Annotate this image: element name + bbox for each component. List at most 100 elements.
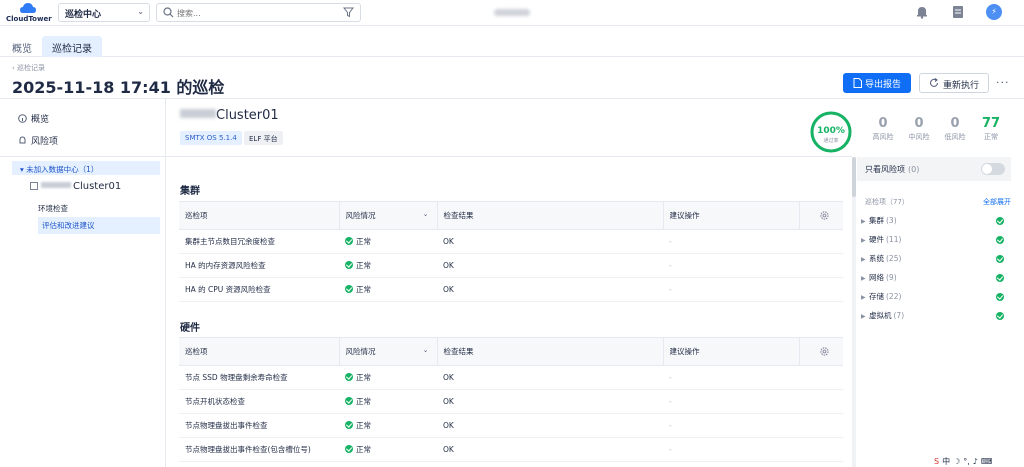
stat-label: 正常 [984,133,998,141]
cell-risk-label: 正常 [356,445,371,454]
cell-result: OK [437,277,663,302]
table-row[interactable]: 节点物理盘拔出事件检查(包含槽位号) 正常 OK - [179,437,843,462]
nav-overview[interactable]: 概览 [18,112,49,125]
table-cluster: 巡检项 风险情况 ⌄ 检查结果 建议操作 集群主节点数目冗余度检查 正常 OK - HA… [179,201,843,302]
nav-risks[interactable]: 风险项 [18,134,58,147]
cell-empty [799,437,843,462]
search-icon [163,7,174,18]
table-row[interactable]: HA 的内存资源风险检查 正常 OK - [179,253,843,278]
search-input[interactable] [177,6,337,20]
main-content: Cluster01 SMTX OS 5.1.4 ELF 平台 100% 通过率 … [166,99,1000,467]
table-row[interactable]: 节点开机状态检查 正常 OK - [179,389,843,414]
tree-item-evaluation[interactable]: 评估和改进建议 [38,217,160,234]
export-report-label: 导出报告 [865,80,902,90]
top-bar: CloudTower 巡检中心 ⌄ ⚡ [0,0,1024,26]
stat-num: 77 [981,116,1001,131]
cell-result: OK [437,229,663,254]
cluster-title-label: Cluster01 [216,108,279,123]
category-row-system[interactable]: ▶ 系统 (25) [861,253,1011,267]
tree-cluster-label: Cluster01 [73,181,122,192]
right-panel: 只看风险项 (0) 巡检项（77） 全部展开 ▶ 集群 (3) ▶ 硬件 (11) ▶ 系统… [857,157,1014,467]
tab-inspection-records[interactable]: 巡检记录 [42,36,102,57]
cell-result: OK [437,413,663,438]
cell-risk-label: 正常 [356,237,371,246]
category-row-network[interactable]: ▶ 网络 (9) [861,272,1011,286]
chevron-down-icon[interactable]: ⌄ [423,346,429,354]
tree-item-env-check[interactable]: 环境检查 [38,203,68,214]
punctuation-icon[interactable]: °, [963,457,970,466]
check-circle-icon [345,445,353,453]
risk-only-text: 只看风险项 [865,165,905,174]
cell-empty [799,389,843,414]
tree-cluster[interactable]: Cluster01 [30,181,121,192]
blurred-prefix [41,182,71,188]
rerun-button[interactable]: 重新执行 [919,73,989,93]
refresh-icon [929,78,939,87]
risk-only-count: (0) [908,165,920,174]
export-report-button[interactable]: 导出报告 [843,73,911,93]
check-circle-icon [996,274,1004,282]
page-title: 2025-11-18 17:41 的巡检 [12,78,225,97]
caret-right-icon: ▶ [861,294,866,301]
ime-mode-icon[interactable]: 中 [942,456,950,467]
mic-icon[interactable]: ♪ [973,457,978,466]
left-nav: 概览 风险项 ▾ 未加入数据中心（1） Cluster01 环境检查 评估和改进… [0,99,166,467]
col-header-item: 巡检项 [179,201,339,230]
moon-icon[interactable]: ☽ [953,457,960,466]
task-list-icon[interactable] [951,5,965,19]
category-row-hardware[interactable]: ▶ 硬件 (11) [861,234,1011,248]
cell-result: OK [437,365,663,390]
tab-overview[interactable]: 概览 [2,36,42,57]
check-circle-icon [996,236,1004,244]
cell-risk: 正常 [339,437,437,462]
category-row-vm[interactable]: ▶ 虚拟机 (7) [861,310,1011,324]
main-scrollbar-thumb[interactable] [852,157,856,197]
tree-group-label: 未加入数据中心（1） [26,165,99,174]
cluster-title: Cluster01 [180,108,279,123]
gear-icon[interactable] [819,210,830,221]
document-icon [853,78,862,88]
category-row-storage[interactable]: ▶ 存储 (22) [861,291,1011,305]
category-count: (11) [886,235,902,244]
caret-right-icon: ▶ [861,237,866,244]
chevron-down-icon[interactable]: ⌄ [423,210,429,218]
table-row[interactable]: 节点物理盘拔出事件检查 正常 OK - [179,413,843,438]
keyboard-icon[interactable]: ⌨ [981,457,993,466]
check-circle-icon [345,397,353,405]
user-avatar[interactable]: ⚡ [986,4,1002,20]
more-icon[interactable]: ··· [996,76,1010,89]
risk-only-toggle[interactable] [981,163,1005,175]
bell-icon[interactable] [915,5,929,19]
cell-result: OK [437,389,663,414]
main-scrollbar-track[interactable] [852,157,856,467]
search-box[interactable] [156,3,361,22]
check-circle-icon [996,312,1004,320]
category-count: (3) [886,216,897,225]
cell-empty [799,365,843,390]
cell-empty [799,229,843,254]
cell-risk-label: 正常 [356,373,371,382]
context-select[interactable]: 巡检中心 ⌄ [58,3,150,22]
cloud-icon [20,3,36,13]
tree-group-no-datacenter[interactable]: ▾ 未加入数据中心（1） [12,161,160,175]
table-row[interactable]: 节点 SSD 物理盘剩余寿命检查 正常 OK - [179,365,843,390]
ime-logo-icon[interactable]: S [934,457,939,466]
cloudtower-logo[interactable]: CloudTower [6,3,54,25]
col-header-result: 检查结果 [436,337,663,366]
cell-empty [799,277,843,302]
cell-empty [799,413,843,438]
col-settings[interactable] [798,337,843,366]
table-row[interactable]: HA 的 CPU 资源风险检查 正常 OK - [179,277,843,302]
category-row-cluster[interactable]: ▶ 集群 (3) [861,215,1011,229]
breadcrumb[interactable]: ‹ 巡检记录 [12,63,45,73]
cell-risk-label: 正常 [356,285,371,294]
col-header-risk[interactable]: 风险情况 ⌄ [338,201,437,230]
expand-all-link[interactable]: 全部展开 [983,197,1011,207]
col-header-risk[interactable]: 风险情况 ⌄ [338,337,437,366]
pass-rate-value: 100% [817,126,845,136]
table-row[interactable]: 集群主节点数目冗余度检查 正常 OK - [179,229,843,254]
gear-icon[interactable] [819,346,830,357]
col-settings[interactable] [798,201,843,230]
stat-medium-risk: 0 中风险 [902,116,936,142]
filter-icon[interactable] [343,7,354,18]
